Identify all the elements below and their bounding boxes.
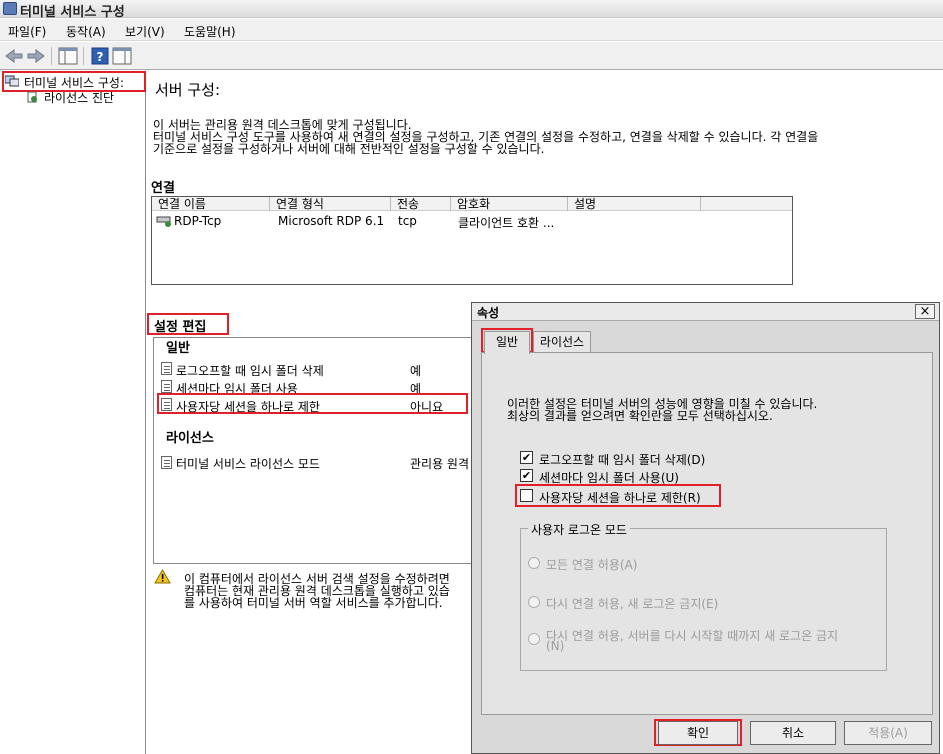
close-icon[interactable]: × xyxy=(915,304,935,319)
checkbox-single-session-label[interactable]: 사용자당 세션을 하나로 제한(R) xyxy=(539,489,701,506)
setting-delete-temp-label[interactable]: 로그오프할 때 임시 폴더 삭제 xyxy=(176,362,324,379)
setting-single-session-label[interactable]: 사용자당 세션을 하나로 제한 xyxy=(176,398,320,415)
checkbox-per-session-temp[interactable]: ✔ xyxy=(520,469,533,482)
tab-panel-general: 이러한 설정은 터미널 서버의 성능에 영향을 미칠 수 있습니다. 최상의 결… xyxy=(481,352,933,715)
ok-button[interactable]: 확인 xyxy=(658,721,738,745)
cell-connection-type: Microsoft RDP 6.1 xyxy=(278,214,385,228)
action-pane-icon[interactable] xyxy=(112,47,132,65)
show-hide-tree-icon[interactable] xyxy=(58,47,78,65)
radio-allow-all-label[interactable]: 모든 연결 허용(A) xyxy=(546,556,637,573)
setting-single-session-value: 아니요 xyxy=(410,400,444,414)
connections-title: 연결 xyxy=(151,181,175,196)
radio-reconnect-no-new[interactable] xyxy=(528,596,540,608)
help-icon[interactable]: ? xyxy=(90,47,110,65)
tree-pane: 터미널 서비스 구성: 라이선스 진단 xyxy=(0,71,146,754)
intro-line-3: 기준으로 설정을 구성하거나 서버에 대해 전반적인 설정을 구성할 수 있습니… xyxy=(153,142,545,156)
check-mark-icon: ✔ xyxy=(521,451,532,464)
toolbar-separator xyxy=(83,47,84,65)
radio-allow-all[interactable] xyxy=(528,557,540,569)
toolbar-separator xyxy=(51,47,52,65)
radio-reconnect-until-restart-label[interactable]: 다시 연결 허용, 서버를 다시 시작할 때까지 새 로그온 금지 xyxy=(546,627,838,644)
check-mark-icon: ✔ xyxy=(521,469,532,482)
setting-doc-icon xyxy=(161,380,172,393)
general-group-header: 일반 xyxy=(166,341,190,356)
menu-bar: 파일(F) 동작(A) 보기(V) 도움말(H) xyxy=(0,19,943,41)
warning-line-3: 를 사용하여 터미널 서버 역할 서비스를 추가합니다. xyxy=(184,596,443,610)
license-diagnosis-icon xyxy=(27,91,37,103)
cell-transport: tcp xyxy=(398,214,417,228)
checkbox-single-session[interactable] xyxy=(520,489,533,502)
dialog-title-bar: 속성 × xyxy=(472,303,939,321)
col-transport[interactable]: 전송 xyxy=(391,197,451,211)
window-title: 터미널 서비스 구성 xyxy=(20,5,125,20)
logon-mode-group-title: 사용자 로그온 모드 xyxy=(528,521,630,538)
svg-text:?: ? xyxy=(97,50,104,64)
terminal-services-icon[interactable] xyxy=(5,75,19,87)
col-connection-type[interactable]: 연결 형식 xyxy=(270,197,391,211)
setting-doc-icon xyxy=(161,398,172,411)
menu-view[interactable]: 보기(V) xyxy=(125,23,165,40)
setting-license-mode-label[interactable]: 터미널 서비스 라이선스 모드 xyxy=(176,455,320,472)
tab-licensing[interactable]: 라이선스 xyxy=(533,331,591,353)
dialog-title: 속성 xyxy=(477,306,500,320)
tree-item-license-diagnosis[interactable]: 라이선스 진단 xyxy=(44,89,114,106)
radio-reconnect-until-restart-label-cont: (N) xyxy=(546,639,565,653)
tab-general[interactable]: 일반 xyxy=(484,331,530,354)
checkbox-delete-temp[interactable]: ✔ xyxy=(520,451,533,464)
cancel-button[interactable]: 취소 xyxy=(750,721,836,745)
setting-license-mode-value: 관리용 원격 xyxy=(410,457,470,471)
app-icon xyxy=(3,2,17,15)
toolbar: ? xyxy=(0,42,943,70)
license-group-header: 라이선스 xyxy=(166,431,214,446)
dialog-note-line-2: 최상의 결과를 얻으려면 확인란을 모두 선택하십시오. xyxy=(507,409,773,423)
table-row[interactable]: RDP-Tcp Microsoft RDP 6.1 tcp 클라이언트 호환 .… xyxy=(152,213,792,230)
properties-dialog: 속성 × 일반 라이선스 이러한 설정은 터미널 서버의 성능에 영향을 미칠 … xyxy=(471,302,940,754)
setting-delete-temp-value: 예 xyxy=(410,364,422,378)
col-description[interactable]: 설명 xyxy=(568,197,701,211)
forward-arrow-icon[interactable] xyxy=(26,47,46,65)
warning-icon xyxy=(154,569,171,584)
connection-icon xyxy=(156,216,171,227)
radio-reconnect-no-new-label[interactable]: 다시 연결 허용, 새 로그온 금지(E) xyxy=(546,595,718,612)
apply-button[interactable]: 적용(A) xyxy=(844,721,932,745)
window-title-bar: 터미널 서비스 구성 xyxy=(0,0,943,20)
menu-file[interactable]: 파일(F) xyxy=(8,23,46,40)
edit-settings-title: 설정 편집 xyxy=(154,320,207,335)
page-title: 서버 구성: xyxy=(155,81,221,99)
menu-help[interactable]: 도움말(H) xyxy=(184,23,236,40)
radio-reconnect-until-restart[interactable] xyxy=(528,633,540,645)
back-arrow-icon[interactable] xyxy=(4,47,24,65)
col-encryption[interactable]: 암호화 xyxy=(451,197,568,211)
cell-encryption: 클라이언트 호환 ... xyxy=(458,216,555,230)
setting-doc-icon xyxy=(161,362,172,375)
cell-connection-name: RDP-Tcp xyxy=(174,214,222,228)
settings-list: 일반 로그오프할 때 임시 폴더 삭제 예 세션마다 임시 폴더 사용 예 사용… xyxy=(153,337,483,564)
checkbox-delete-temp-label[interactable]: 로그오프할 때 임시 폴더 삭제(D) xyxy=(539,451,705,468)
col-connection-name[interactable]: 연결 이름 xyxy=(152,197,270,211)
setting-doc-icon xyxy=(161,456,172,469)
menu-action[interactable]: 동작(A) xyxy=(66,23,106,40)
connections-list[interactable]: 연결 이름 연결 형식 전송 암호화 설명 RDP-Tcp Microsoft … xyxy=(151,196,793,285)
connections-header: 연결 이름 연결 형식 전송 암호화 설명 xyxy=(152,197,792,211)
